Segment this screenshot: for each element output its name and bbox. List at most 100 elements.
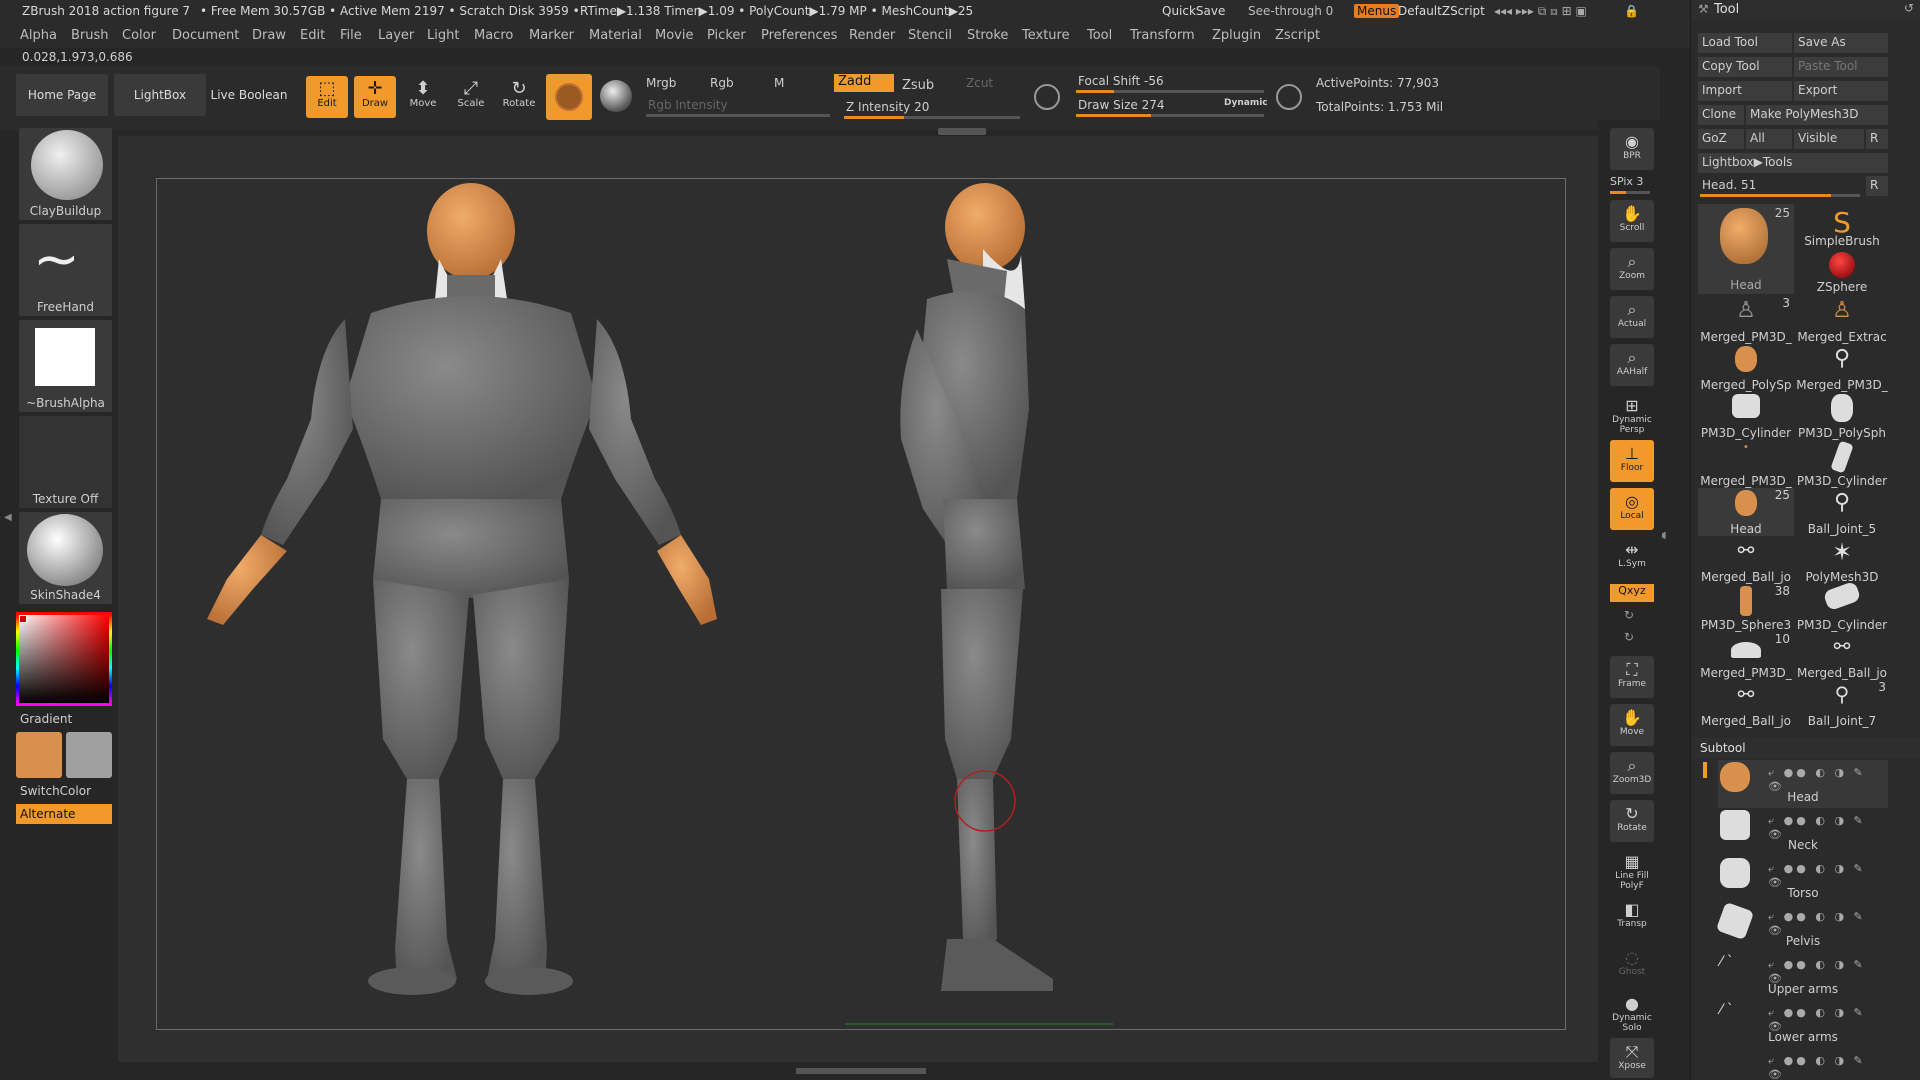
head-r-button[interactable]: R	[1866, 176, 1888, 196]
import-button[interactable]: Import	[1698, 81, 1792, 101]
tool-item[interactable]: ⚲ Merged_PM3D_	[1794, 344, 1890, 392]
main-color-swatch[interactable]	[16, 732, 62, 778]
alternate-button[interactable]: Alternate	[16, 804, 112, 824]
menu-macro[interactable]: Macro	[474, 28, 513, 43]
undock-icon[interactable]: ↺	[1904, 1, 1914, 15]
texture-selector[interactable]: Texture Off	[19, 416, 112, 508]
home-page-button[interactable]: Home Page	[16, 74, 108, 116]
menu-layer[interactable]: Layer	[378, 28, 414, 43]
lsym-button[interactable]: ⇹ L.Sym	[1610, 536, 1654, 578]
all-button[interactable]: All	[1746, 129, 1792, 149]
spix-track[interactable]	[1610, 191, 1650, 194]
menu-material[interactable]: Material	[589, 28, 642, 43]
bpr-button[interactable]: ◉ BPR	[1610, 128, 1654, 170]
tool-item[interactable]: PM3D_Cylinder	[1794, 440, 1890, 488]
subtool-row-next[interactable]: ⤶ ●● ◐ ◑ ✎ 👁	[1718, 1048, 1888, 1080]
rotate-z-icon[interactable]: ↻	[1624, 630, 1634, 644]
tool-item[interactable]: ⚯ Merged_Ball_jo	[1794, 632, 1890, 680]
menu-render[interactable]: Render	[849, 28, 895, 43]
tool-item-simplebrush[interactable]: S SimpleBrush	[1794, 204, 1890, 248]
tool-item-selected[interactable]: 25 Head	[1698, 488, 1794, 536]
rgb-button[interactable]: Rgb	[710, 76, 734, 90]
copy-tool-button[interactable]: Copy Tool	[1698, 57, 1792, 77]
move-button[interactable]: ⬍ Move	[402, 76, 444, 118]
r-button[interactable]: R	[1866, 129, 1888, 149]
lightbox-button[interactable]: LightBox	[114, 74, 206, 116]
default-zscript-button[interactable]: DefaultZScript	[1398, 4, 1485, 18]
spix-slider[interactable]: SPix 3	[1610, 175, 1643, 188]
menu-stencil[interactable]: Stencil	[908, 28, 952, 43]
focal-d-icon[interactable]	[1276, 84, 1302, 110]
zoom3d-button[interactable]: ⌕ Zoom3D	[1610, 752, 1654, 794]
floor-button[interactable]: ⊥ Floor	[1610, 440, 1654, 482]
solo-button[interactable]: ● Dynamic Solo	[1610, 990, 1654, 1034]
move-view-button[interactable]: ✋ Move	[1610, 704, 1654, 746]
menu-light[interactable]: Light	[427, 28, 459, 43]
local-button[interactable]: ◎ Local	[1610, 488, 1654, 530]
menu-color[interactable]: Color	[122, 28, 156, 43]
focal-s-icon[interactable]	[1034, 84, 1060, 110]
subtool-controls[interactable]: ⤶ ●● ◐ ◑ ✎ 👁	[1768, 814, 1888, 841]
scale-button[interactable]: ⤢ Scale	[450, 76, 492, 118]
export-button[interactable]: Export	[1794, 81, 1888, 101]
menu-zplugin[interactable]: Zplugin	[1212, 28, 1261, 43]
subtool-row-neck[interactable]: ⤶ ●● ◐ ◑ ✎ 👁 Neck	[1718, 808, 1888, 856]
document-canvas[interactable]	[156, 178, 1566, 1030]
aahalf-button[interactable]: ⌕ AAHalf	[1610, 344, 1654, 386]
zoom-button[interactable]: ⌕ Zoom	[1610, 248, 1654, 290]
current-tool-thumb[interactable]: 25 Head	[1698, 204, 1794, 294]
tool-item[interactable]: 10 Merged_PM3D_	[1698, 632, 1794, 680]
z-intensity-slider[interactable]: Z Intensity 20	[846, 100, 929, 114]
menu-file[interactable]: File	[340, 28, 362, 43]
menu-texture[interactable]: Texture	[1022, 28, 1070, 43]
save-as-button[interactable]: Save As	[1794, 33, 1888, 53]
subtool-controls[interactable]: ⤶ ●● ◐ ◑ ✎ 👁	[1768, 958, 1888, 985]
subtool-controls[interactable]: ⤶ ●● ◐ ◑ ✎ 👁	[1768, 1054, 1888, 1080]
live-boolean-button[interactable]: Live Boolean	[208, 74, 290, 116]
quicksave-button[interactable]: QuickSave	[1162, 4, 1225, 18]
dynamic-toggle[interactable]: Dynamic	[1224, 98, 1268, 108]
tool-item[interactable]: ♙ 3 Merged_PM3D_	[1698, 296, 1794, 344]
menu-alpha[interactable]: Alpha	[20, 28, 57, 43]
menu-preferences[interactable]: Preferences	[761, 28, 837, 43]
menu-edit[interactable]: Edit	[300, 28, 325, 43]
paste-tool-button[interactable]: Paste Tool	[1794, 57, 1888, 77]
tool-item[interactable]: PM3D_PolySph	[1794, 392, 1890, 440]
secondary-color-swatch[interactable]	[66, 732, 112, 778]
tool-item[interactable]: 38 PM3D_Sphere3	[1698, 584, 1794, 632]
lightbox-tools-button[interactable]: Lightbox▶Tools	[1698, 153, 1888, 173]
brush-mode-button[interactable]	[546, 74, 592, 120]
frame-button[interactable]: ⛶ Frame	[1610, 656, 1654, 698]
bottom-scroll-handle[interactable]	[796, 1068, 926, 1074]
menu-transform[interactable]: Transform	[1130, 28, 1195, 43]
seethrough-slider[interactable]: See-through 0	[1248, 4, 1333, 18]
persp-button[interactable]: ⊞ Dynamic Persp	[1610, 392, 1654, 436]
tool-item[interactable]: ✶ PolyMesh3D	[1794, 536, 1890, 584]
head-slider-track[interactable]	[1700, 194, 1860, 197]
material-selector[interactable]: SkinShade4	[19, 512, 112, 604]
actual-button[interactable]: ⌕ Actual	[1610, 296, 1654, 338]
xyz-button[interactable]: Qxyz	[1610, 584, 1654, 602]
subtool-controls[interactable]: ⤶ ●● ◐ ◑ ✎ 👁	[1768, 862, 1888, 889]
left-tray-collapse-icon[interactable]: ◀	[4, 512, 12, 523]
goz-button[interactable]: GoZ	[1698, 129, 1744, 149]
subtool-row-torso[interactable]: ⤶ ●● ◐ ◑ ✎ 👁 Torso	[1718, 856, 1888, 904]
tool-item[interactable]: ⚲ Ball_Joint_5	[1794, 488, 1890, 536]
action-figure-model[interactable]	[157, 179, 1567, 1031]
subtool-row-pelvis[interactable]: ⤶ ●● ◐ ◑ ✎ 👁 Pelvis	[1715, 901, 1888, 952]
material-sphere-icon[interactable]	[600, 80, 632, 112]
subtool-row-lower-arms[interactable]: ⁄ ˋ ⤶ ●● ◐ ◑ ✎ 👁 Lower arms	[1718, 1000, 1888, 1048]
tool-item-zsphere[interactable]: ZSphere	[1794, 250, 1890, 294]
menu-brush[interactable]: Brush	[71, 28, 109, 43]
visible-button[interactable]: Visible	[1794, 129, 1864, 149]
rgb-intensity-track[interactable]	[646, 114, 830, 117]
menus-toggle[interactable]: Menus	[1354, 4, 1400, 18]
color-picker[interactable]	[16, 612, 112, 706]
gradient-label[interactable]: Gradient	[20, 712, 72, 726]
make-polymesh-button[interactable]: Make PolyMesh3D	[1746, 105, 1888, 125]
mrgb-button[interactable]: Mrgb	[646, 76, 676, 90]
draw-size-track[interactable]	[1076, 114, 1264, 117]
menu-document[interactable]: Document	[172, 28, 239, 43]
zcut-button[interactable]: Zcut	[966, 76, 993, 90]
menu-stroke[interactable]: Stroke	[967, 28, 1008, 43]
